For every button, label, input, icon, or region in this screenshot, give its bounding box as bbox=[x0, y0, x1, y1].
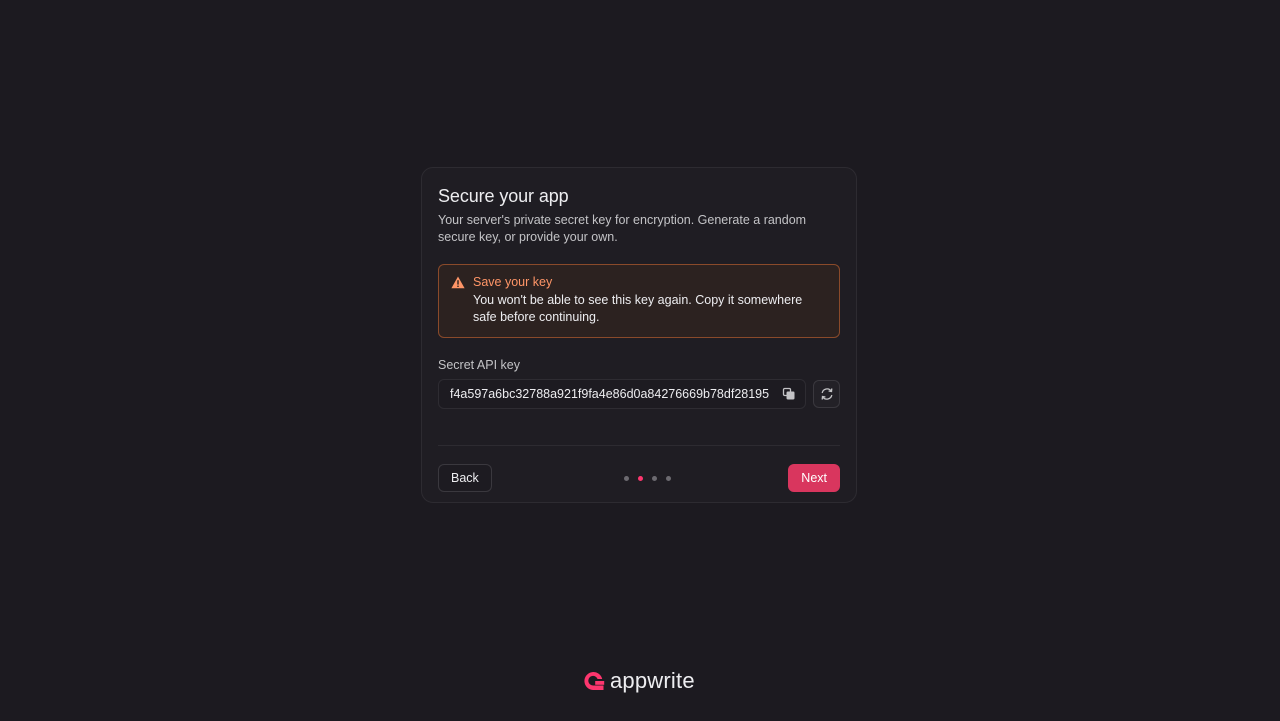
step-dot-1 bbox=[623, 475, 629, 481]
next-button[interactable]: Next bbox=[788, 464, 840, 492]
back-button[interactable]: Back bbox=[438, 464, 492, 492]
step-indicator bbox=[623, 475, 671, 481]
secret-key-label: Secret API key bbox=[438, 358, 520, 372]
secret-key-field[interactable]: f4a597a6bc32788a921f9fa4e86d0a84276669b7… bbox=[438, 379, 806, 409]
secret-key-value[interactable]: f4a597a6bc32788a921f9fa4e86d0a84276669b7… bbox=[450, 387, 769, 401]
step-dot-2 bbox=[637, 475, 643, 481]
copy-icon[interactable] bbox=[782, 387, 796, 401]
warning-icon bbox=[451, 276, 465, 289]
regenerate-key-button[interactable] bbox=[813, 380, 840, 408]
warning-alert: Save your key You won't be able to see t… bbox=[438, 264, 840, 338]
alert-title: Save your key bbox=[473, 275, 553, 289]
step-dot-3 bbox=[651, 475, 657, 481]
secret-key-row: f4a597a6bc32788a921f9fa4e86d0a84276669b7… bbox=[438, 379, 840, 409]
refresh-icon bbox=[821, 388, 832, 400]
alert-body: You won't be able to see this key again.… bbox=[473, 293, 803, 324]
appwrite-logo-icon bbox=[584, 672, 605, 690]
footer-divider bbox=[438, 445, 840, 446]
card-title: Secure your app bbox=[438, 186, 569, 206]
brand-name: appwrite bbox=[610, 668, 695, 693]
onboarding-card: Secure your app Your server's private se… bbox=[421, 167, 857, 503]
step-dot-4 bbox=[665, 475, 671, 481]
card-subtitle: Your server's private secret key for enc… bbox=[438, 213, 807, 244]
card-footer: Back Next bbox=[438, 464, 840, 492]
brand-logo: appwrite bbox=[583, 668, 695, 694]
